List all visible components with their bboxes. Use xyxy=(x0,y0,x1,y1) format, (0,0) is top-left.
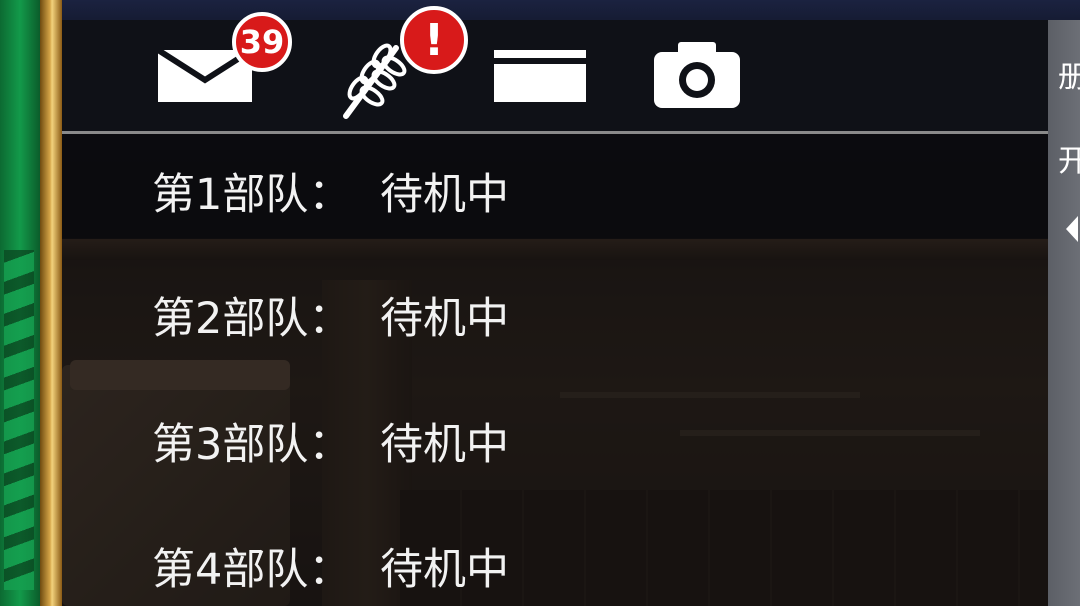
arrow-left-icon[interactable] xyxy=(1064,214,1080,248)
alert-badge: ! xyxy=(400,6,468,74)
unit-row-3[interactable]: 第3部队： 待机中 xyxy=(152,410,509,472)
unit-label: 第4部队： xyxy=(152,545,352,595)
left-frame-pattern xyxy=(4,250,34,590)
unit-label: 第2部队： xyxy=(152,294,352,344)
unit-row-4[interactable]: 第4部队： 待机中 xyxy=(152,535,509,597)
left-gold-frame xyxy=(40,0,62,606)
mail-count-badge: 39 xyxy=(232,12,292,72)
right-panel-glyph: 册 xyxy=(1058,60,1080,95)
right-side-panel[interactable] xyxy=(1048,20,1080,606)
unit-status: 待机中 xyxy=(380,170,509,220)
unit-label: 第1部队： xyxy=(152,170,352,220)
unit-row-1[interactable]: 第1部队： 待机中 xyxy=(152,160,509,222)
unit-status: 待机中 xyxy=(380,545,509,595)
unit-label: 第3部队： xyxy=(152,420,352,470)
unit-status: 待机中 xyxy=(380,420,509,470)
unit-status: 待机中 xyxy=(380,294,509,344)
unit-row-2[interactable]: 第2部队： 待机中 xyxy=(152,284,509,346)
card-icon[interactable] xyxy=(494,50,586,106)
camera-icon[interactable] xyxy=(654,42,740,112)
right-panel-glyph: 开 xyxy=(1058,144,1080,179)
